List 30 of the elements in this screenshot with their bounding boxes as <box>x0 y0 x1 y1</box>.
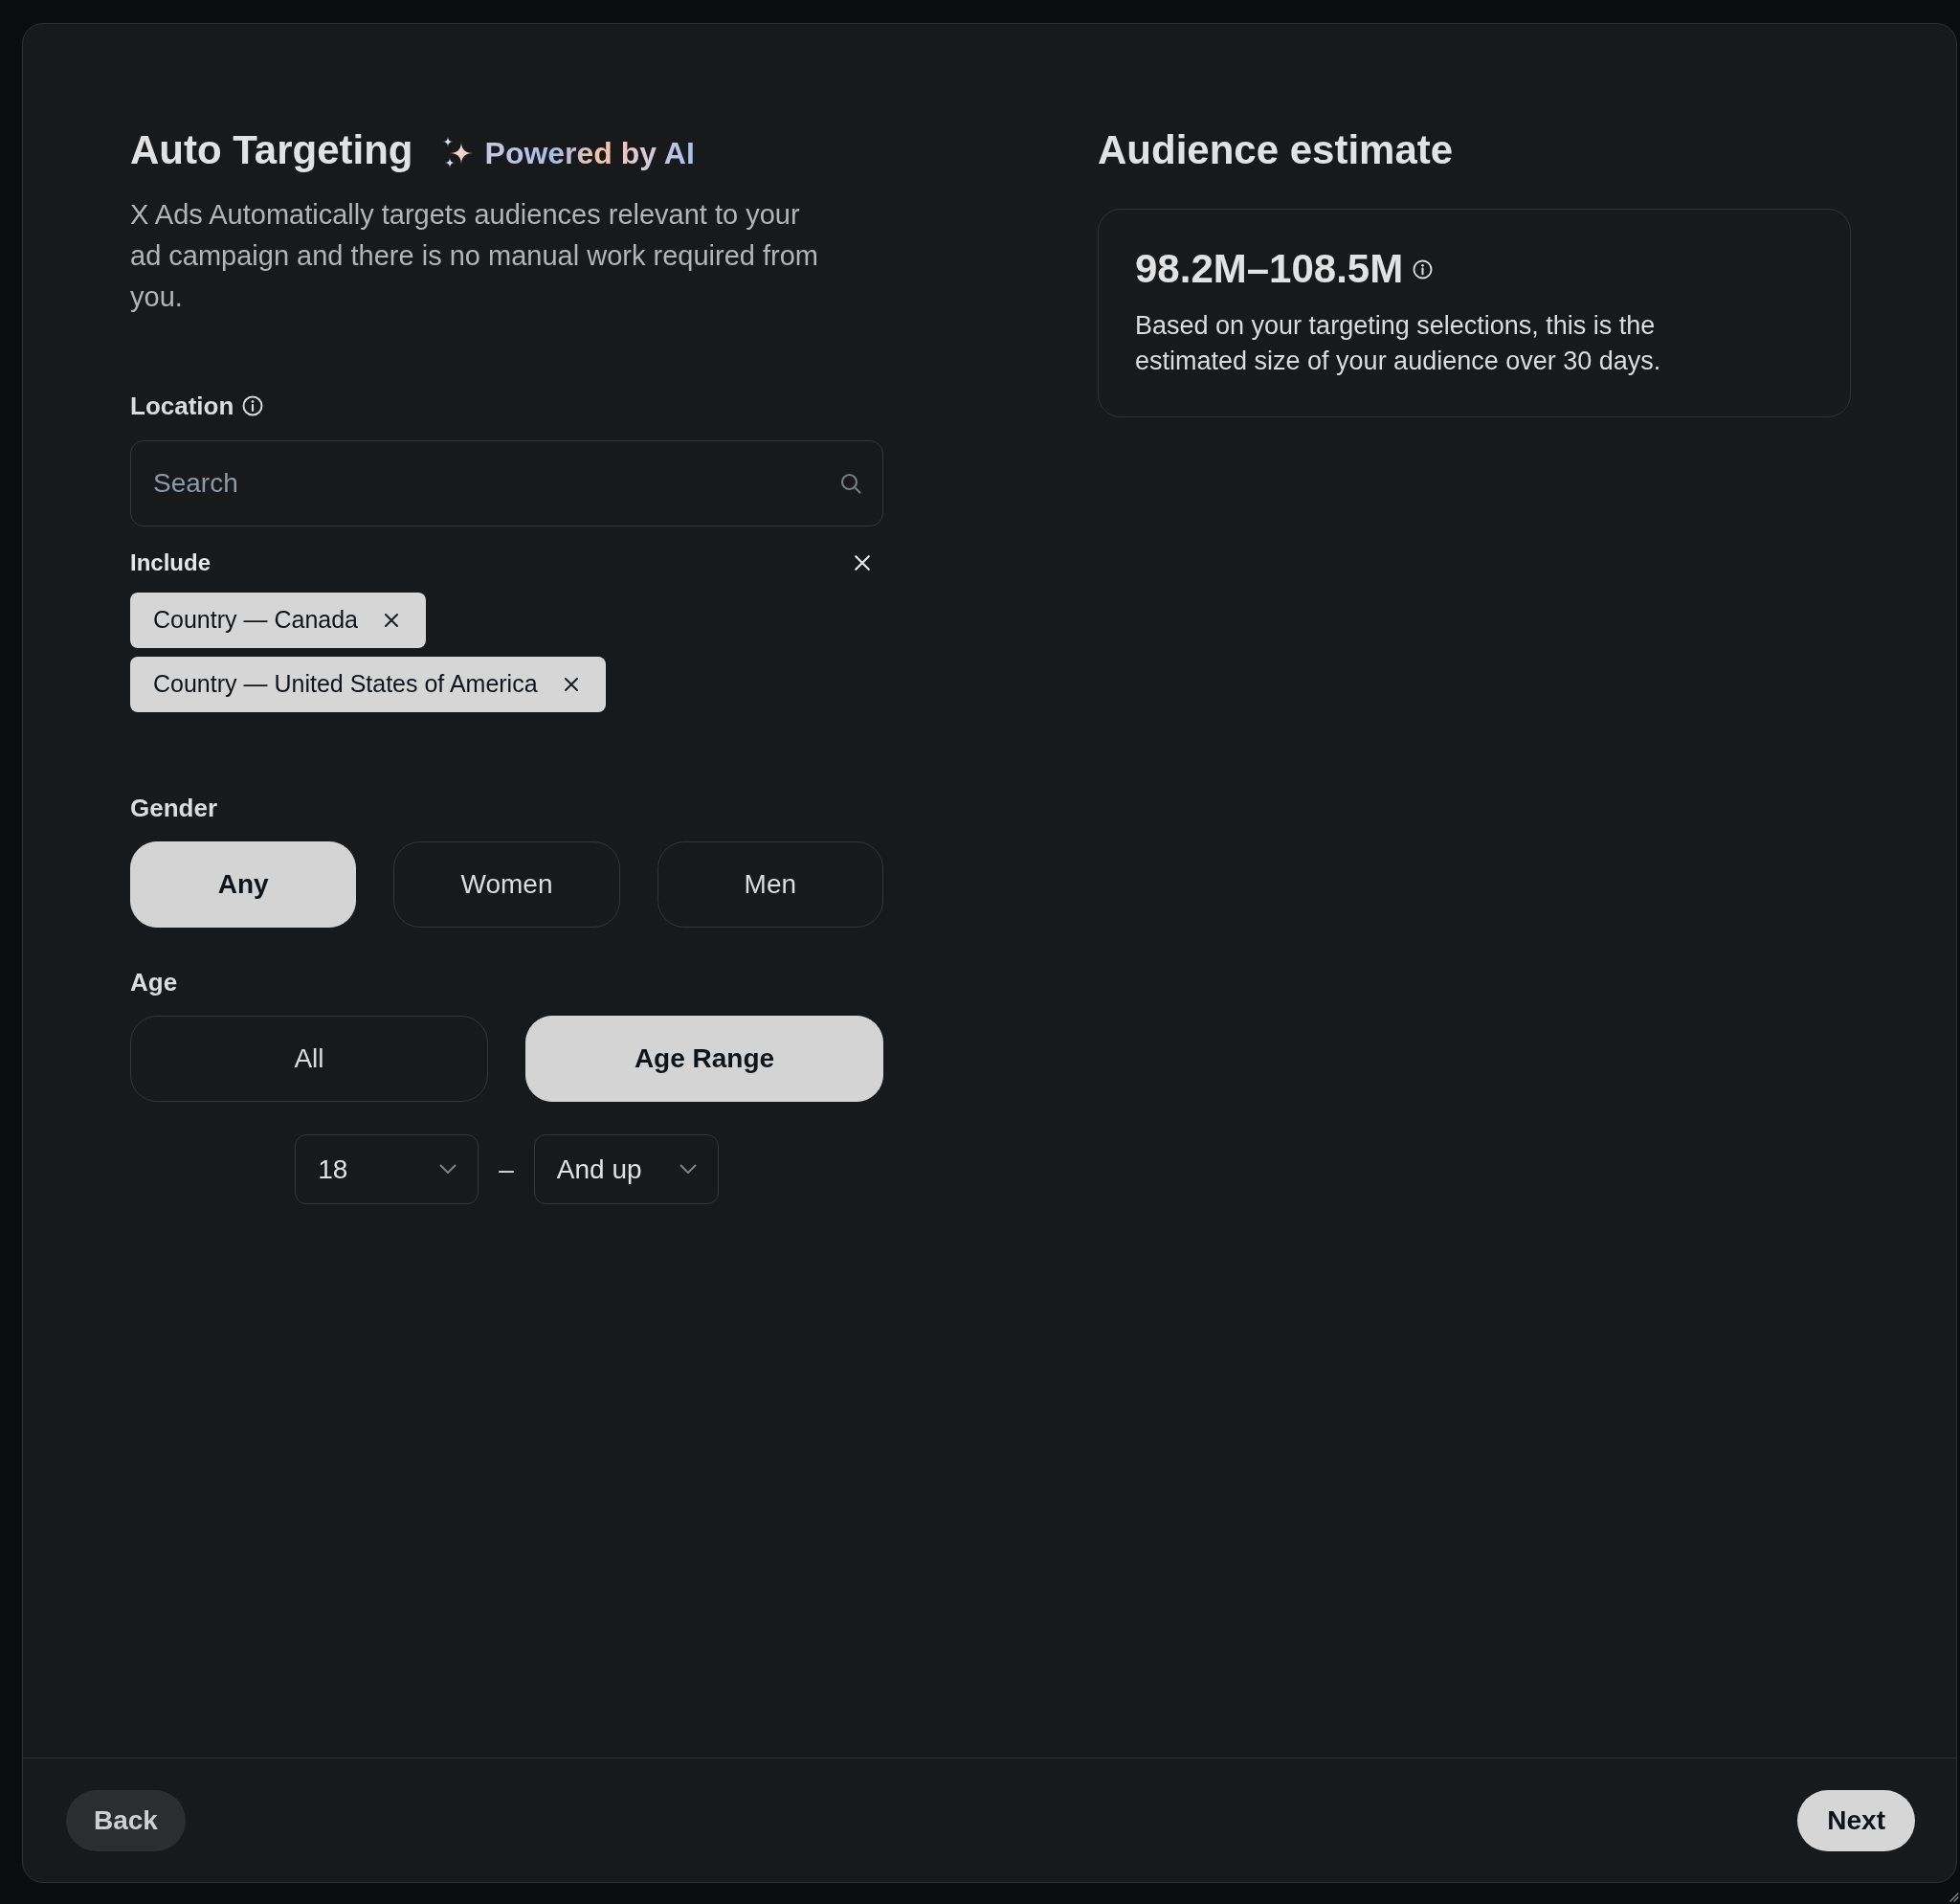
range-dash: – <box>499 1153 514 1186</box>
audience-size-value: 98.2M–108.5M <box>1135 245 1404 293</box>
gender-option[interactable]: Men <box>657 841 883 928</box>
tag-label: Country — Canada <box>153 605 358 636</box>
section-label: Age <box>130 967 178 997</box>
age-from-select[interactable]: 18 <box>295 1134 479 1204</box>
search-icon[interactable] <box>839 472 862 495</box>
gender-option[interactable]: Women <box>393 841 620 928</box>
chevron-down-icon <box>439 1164 457 1175</box>
close-icon[interactable] <box>384 613 399 628</box>
page-title: Auto Targeting <box>130 126 413 174</box>
info-icon[interactable] <box>1413 258 1434 280</box>
section-label: Location <box>130 391 234 421</box>
section-label: Gender <box>130 793 218 823</box>
panel-title: Audience estimate <box>1098 126 1454 174</box>
search-field[interactable]: Search <box>130 440 883 526</box>
tag-label: Country — United States of America <box>153 669 538 700</box>
include-label: Include <box>130 549 211 577</box>
close-icon[interactable] <box>563 677 579 692</box>
estimate-description: Based on your targeting selections, this is the estimated size of your audience over 30 days. <box>1135 310 1662 377</box>
back-button[interactable]: Back <box>66 1789 186 1851</box>
next-button[interactable]: Next <box>1797 1789 1915 1851</box>
age-option[interactable]: Age Range <box>525 1016 883 1102</box>
resize-grip-icon[interactable] <box>1948 1891 1959 1902</box>
age-to-select[interactable]: And up <box>533 1134 719 1204</box>
info-icon[interactable] <box>242 395 264 416</box>
gender-option[interactable]: Any <box>130 841 357 928</box>
age-option[interactable]: All <box>130 1016 488 1102</box>
chevron-down-icon <box>679 1164 697 1175</box>
description-text: X Ads Automatically targets audiences relevant to your ad campaign and there is no manual work required from you. <box>130 198 819 314</box>
